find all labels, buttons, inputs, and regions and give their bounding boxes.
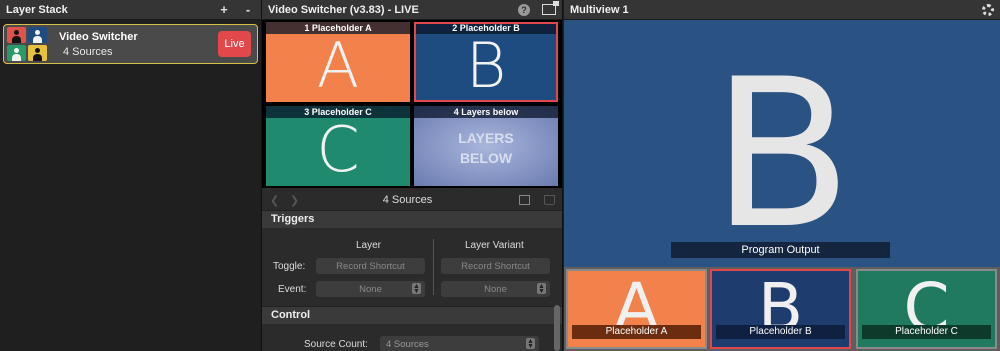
select-arrows-icon: ▲ ▼ (537, 283, 546, 295)
preview-label: Placeholder B (716, 325, 845, 339)
source-tile-letter: B (465, 29, 507, 102)
column-divider (433, 239, 434, 295)
person-icon (11, 47, 22, 61)
person-icon (11, 29, 22, 43)
person-icon (32, 29, 43, 43)
layers-below-text: BELOW (459, 150, 513, 166)
toggle-record-shortcut-button[interactable]: Record Shortcut (316, 258, 425, 274)
preview-label: Placeholder C (862, 325, 991, 339)
layers-below-text: LAYERS (458, 130, 514, 146)
person-icon (32, 47, 43, 61)
layer-subtitle: 4 Sources (63, 45, 113, 58)
switcher-title: Video Switcher (v3.83) - LIVE (268, 3, 419, 16)
layer-stack-title: Layer Stack (6, 3, 68, 16)
source-count-title: 4 Sources (382, 194, 433, 206)
trash-icon[interactable] (544, 195, 555, 205)
control-section-header[interactable]: Control (262, 306, 562, 324)
preview-label: Placeholder A (572, 325, 701, 339)
event-label: Event: (278, 284, 307, 295)
layer-name: Video Switcher (59, 30, 138, 43)
add-layer-button[interactable]: + (217, 2, 231, 17)
preview-tile-b[interactable]: B Placeholder B (710, 269, 851, 349)
select-arrows-icon: ▲ ▼ (526, 338, 535, 350)
event-variant-select[interactable]: None ▲ ▼ (441, 281, 550, 297)
multiview-title: Multiview 1 (570, 3, 629, 16)
remove-layer-button[interactable]: - (241, 2, 255, 17)
source-tile-layers-below[interactable]: 4 Layers below LAYERS BELOW (414, 106, 558, 186)
event-select[interactable]: None ▲ ▼ (316, 281, 425, 297)
popout-window-icon[interactable] (542, 1, 559, 15)
triggers-section-header[interactable]: Triggers (262, 210, 562, 228)
source-tile-a[interactable]: 1 Placeholder A A (266, 22, 410, 102)
live-button[interactable]: Live (218, 31, 251, 57)
switcher-header: Video Switcher (v3.83) - LIVE ? (262, 0, 562, 20)
layer-stack-panel: Layer Stack + - Video Switcher 4 Sources… (0, 0, 262, 351)
previous-arrow-icon[interactable]: ❮ (270, 194, 290, 207)
program-letter: B (711, 36, 853, 274)
source-tile-letter: A (316, 29, 360, 102)
scrollbar-thumb[interactable] (554, 305, 560, 351)
source-count-select[interactable]: 4 Sources ▲ ▼ (380, 336, 539, 351)
source-count-label: Source Count: (304, 339, 368, 350)
multiview-header: Multiview 1 (564, 0, 1000, 20)
source-grid: 1 Placeholder A A 2 Placeholder B B 3 Pl… (262, 20, 562, 188)
source-tile-letter: C (316, 113, 360, 186)
source-tile-c[interactable]: 3 Placeholder C C (266, 106, 410, 186)
video-switcher-panel: Video Switcher (v3.83) - LIVE ? 1 Placeh… (262, 0, 563, 351)
layer-thumbnail (7, 27, 47, 61)
program-output-label: Program Output (671, 242, 890, 258)
duplicate-icon[interactable] (519, 195, 530, 205)
preview-tile-c[interactable]: C Placeholder C (856, 269, 997, 349)
program-output-view: B Program Output (564, 20, 1000, 267)
source-nav-bar: ❮ ❯ 4 Sources (262, 190, 562, 210)
source-tile-label: 4 Layers below (414, 106, 558, 118)
source-tile-b[interactable]: 2 Placeholder B B (414, 22, 558, 102)
column-header-layer: Layer (356, 240, 382, 251)
select-arrows-icon: ▲ ▼ (412, 283, 421, 295)
toggle-label: Toggle: (273, 261, 306, 272)
layer-item-video-switcher[interactable]: Video Switcher 4 Sources Live (3, 24, 258, 64)
preview-tile-a[interactable]: A Placeholder A (566, 269, 707, 349)
layer-stack-header: Layer Stack + - (0, 0, 261, 20)
preview-row: A Placeholder A B Placeholder B C Placeh… (564, 267, 1000, 351)
gear-icon[interactable] (982, 3, 994, 16)
toggle-variant-record-shortcut-button[interactable]: Record Shortcut (441, 258, 550, 274)
help-icon[interactable]: ? (518, 3, 530, 16)
next-arrow-icon[interactable]: ❯ (290, 194, 310, 207)
column-header-layer-variant: Layer Variant (465, 240, 524, 251)
multiview-panel: Multiview 1 B Program Output A Placehold… (564, 0, 1000, 351)
